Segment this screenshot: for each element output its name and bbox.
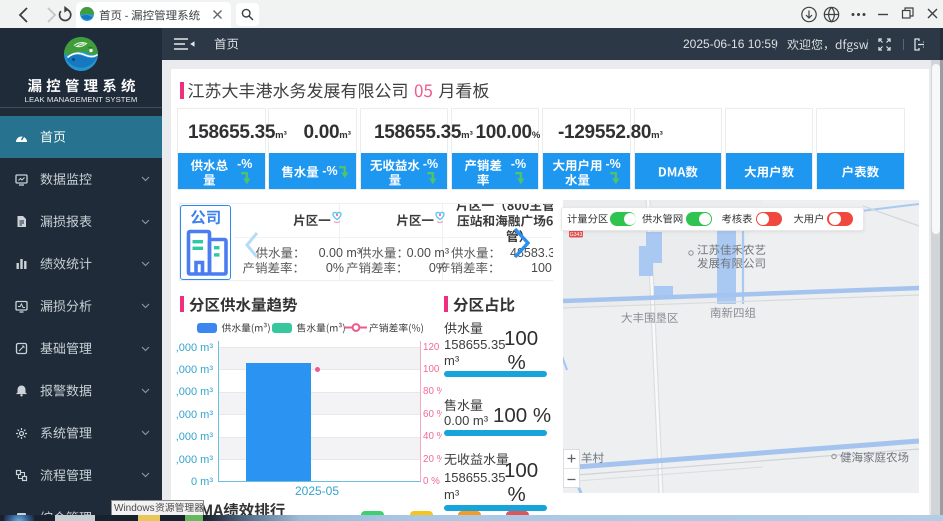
svg-text:Windows: Windows — [114, 503, 155, 514]
svg-text:G343: G343 — [570, 232, 583, 238]
